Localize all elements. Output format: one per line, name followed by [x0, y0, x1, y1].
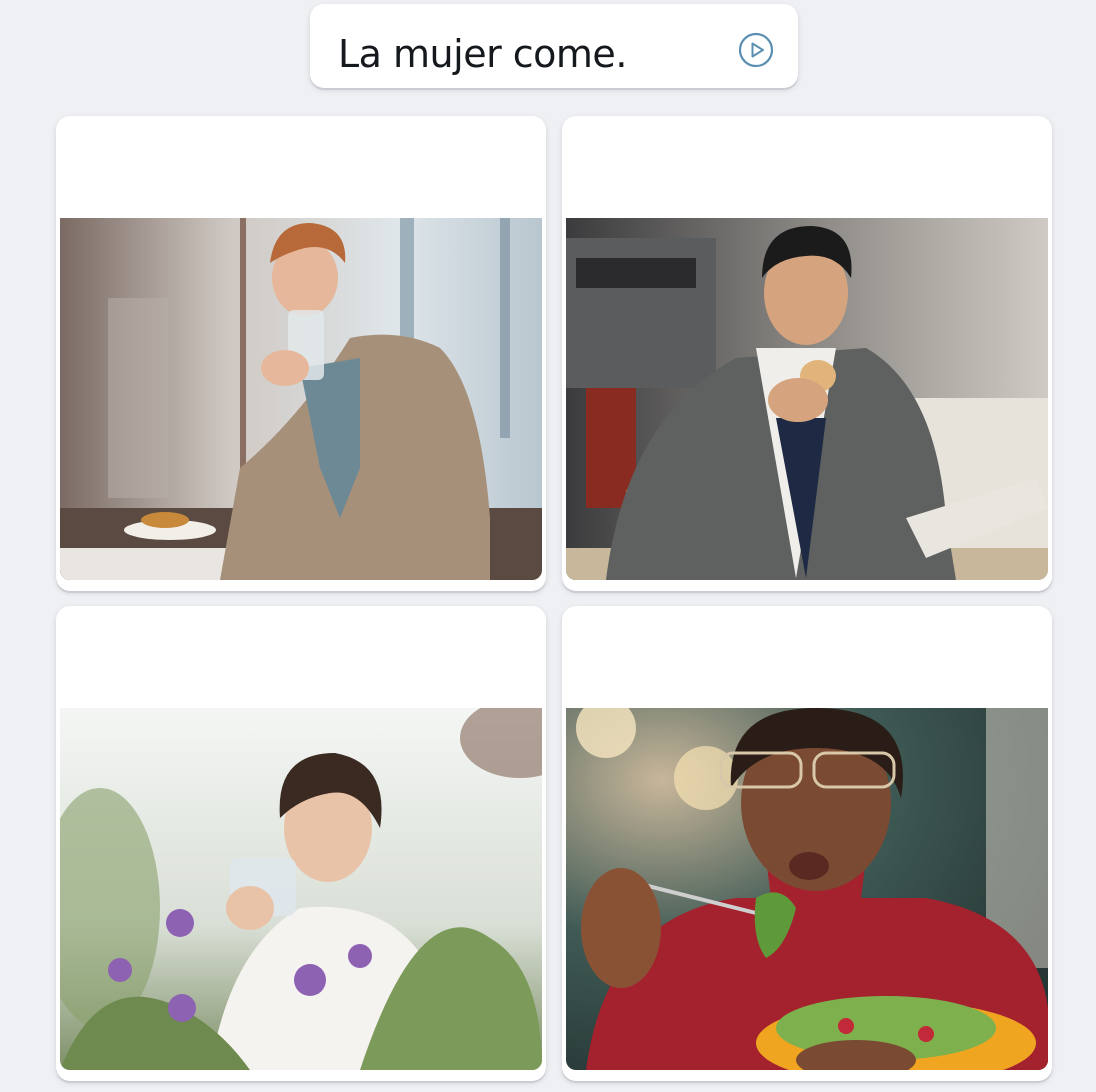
- answer-card-2[interactable]: [562, 116, 1052, 591]
- woman-eating-salad-photo: [566, 708, 1048, 1070]
- answer-card-3[interactable]: [56, 606, 546, 1081]
- man-eating-bread-photo: [566, 218, 1048, 580]
- answer-card-1[interactable]: [56, 116, 546, 591]
- man-drinking-water-photo: [60, 218, 542, 580]
- answer-card-4[interactable]: [562, 606, 1052, 1081]
- prompt-text: La mujer come.: [338, 32, 627, 76]
- play-circle-icon: [738, 32, 774, 68]
- play-audio-button[interactable]: [738, 32, 774, 68]
- exercise-page: La mujer come.: [0, 0, 1096, 1092]
- prompt-card: La mujer come.: [310, 4, 798, 88]
- woman-drinking-water-photo: [60, 708, 542, 1070]
